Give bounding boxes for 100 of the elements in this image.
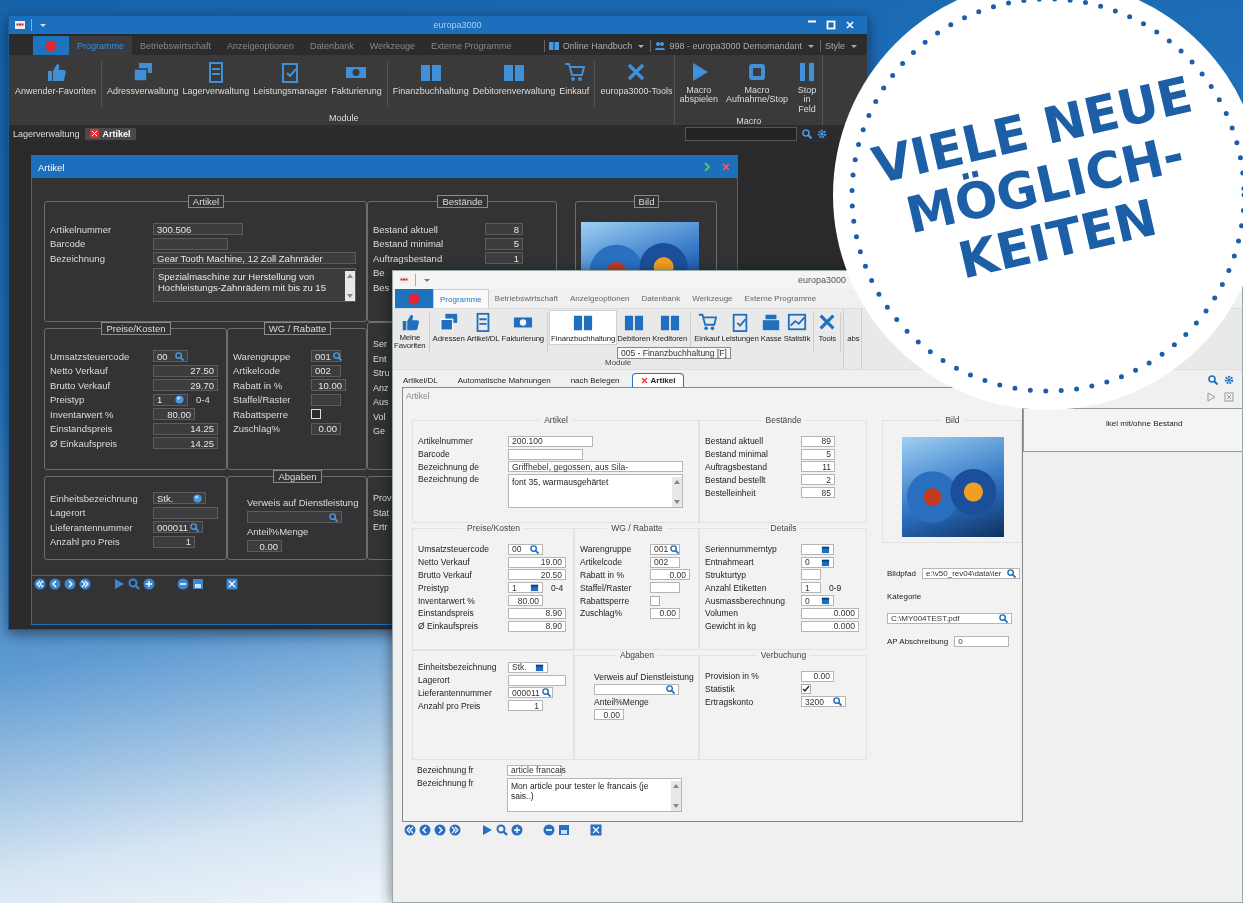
search-icon[interactable] — [128, 578, 140, 590]
input-field[interactable] — [153, 506, 218, 519]
ribbon-button[interactable]: Fakturierung — [329, 59, 384, 98]
input-field[interactable]: 8.90 — [508, 620, 566, 632]
ribbon-button[interactable]: Einkauf — [557, 59, 592, 98]
checkbox[interactable] — [650, 595, 660, 606]
menu-link[interactable]: Online Handbuch — [562, 40, 633, 51]
menu-tab[interactable]: Werkzeuge — [361, 36, 423, 55]
input-field[interactable]: 300.506 — [153, 223, 243, 236]
lookup-field[interactable] — [594, 684, 679, 695]
menu-tab[interactable]: Betriebswirtschaft — [132, 36, 220, 55]
scrollbar[interactable] — [345, 270, 355, 301]
document-tab[interactable]: Artikel — [631, 373, 685, 387]
input-field[interactable]: 0.00 — [650, 569, 690, 581]
ribbon-button[interactable]: Macro Aufnahme/Stop — [721, 59, 792, 107]
menu-tab[interactable]: Externe Programme — [423, 36, 520, 55]
input-field[interactable] — [311, 393, 341, 406]
document-tab[interactable]: nach Belegen — [562, 374, 628, 387]
document-tab[interactable]: Artikel/DL — [395, 374, 446, 387]
lookup-field[interactable]: 000011 — [508, 687, 553, 699]
input-field[interactable]: 0.000 — [801, 607, 859, 619]
menu-link[interactable]: 998 - europa3000 Demomandant — [669, 40, 802, 51]
lookup-field[interactable]: 000011 — [153, 521, 203, 534]
scroll-up-arrow-icon[interactable] — [673, 783, 679, 788]
input-field[interactable]: 8.90 — [508, 607, 566, 619]
close-icon[interactable] — [89, 129, 99, 138]
input-field[interactable]: 1 — [153, 535, 195, 548]
document-tab[interactable]: Automatische Mahnungen — [449, 374, 559, 387]
input-field[interactable]: 20.50 — [508, 569, 566, 581]
ribbon-button[interactable]: Leistungsmanager — [251, 59, 330, 98]
lookup-field[interactable]: 00 — [153, 350, 188, 363]
input-field[interactable]: 89 — [801, 435, 835, 447]
scrollbar[interactable] — [672, 477, 682, 508]
close-icon[interactable] — [590, 824, 602, 836]
ribbon-button[interactable]: europa3000-Tools — [598, 59, 675, 98]
input-field[interactable]: 80.00 — [153, 408, 195, 421]
input-field[interactable]: 1 — [508, 700, 543, 712]
ribbon-button[interactable]: Stop in Feld — [792, 59, 822, 117]
menu-tab[interactable]: Externe Programme — [738, 289, 823, 308]
scroll-down-arrow-icon[interactable] — [674, 500, 680, 505]
input-field[interactable]: 200.100 — [508, 435, 593, 447]
input-field[interactable]: 0.00 — [311, 422, 341, 435]
picker-field[interactable]: Stk. — [508, 661, 548, 673]
menu-tab[interactable]: Werkzeuge — [686, 289, 739, 308]
input-field[interactable]: 0.00 — [801, 670, 834, 682]
double-right-arrow-icon[interactable] — [79, 578, 91, 590]
menu-tab[interactable]: Programme — [433, 289, 489, 308]
input-field[interactable]: 1 — [485, 252, 523, 265]
input-field[interactable] — [508, 448, 583, 460]
checkbox[interactable] — [801, 684, 811, 695]
ribbon-button[interactable]: Adressverwaltung — [105, 59, 181, 98]
input-field[interactable]: 1 — [801, 582, 821, 594]
ribbon-button[interactable]: Macro abspielen — [675, 59, 722, 107]
search-icon[interactable] — [496, 824, 508, 836]
input-field[interactable]: 0.00 — [247, 540, 282, 552]
input-field[interactable]: 85 — [801, 487, 835, 499]
picker-field[interactable] — [801, 543, 834, 555]
play-icon[interactable] — [113, 578, 125, 590]
input-field[interactable]: 0.000 — [801, 620, 859, 632]
input-field[interactable] — [508, 674, 566, 686]
input-field[interactable]: 0.00 — [594, 709, 624, 720]
input-field[interactable]: 0.00 — [650, 607, 680, 619]
input-field[interactable] — [801, 569, 821, 581]
lookup-field[interactable]: 3200 — [801, 696, 846, 708]
scroll-up-arrow-icon[interactable] — [347, 273, 353, 278]
input-field[interactable]: 0 — [954, 636, 1010, 648]
scroll-down-arrow-icon[interactable] — [347, 293, 353, 298]
menu-tab[interactable]: Betriebswirtschaft — [488, 289, 564, 308]
ribbon-button[interactable]: Finanzbuchhaltung — [390, 59, 471, 98]
picker-field[interactable]: 0 — [801, 556, 834, 568]
input-field[interactable]: 2 — [801, 474, 835, 486]
plus-icon[interactable] — [143, 578, 155, 590]
minus-icon[interactable] — [177, 578, 189, 590]
input-field[interactable]: Gear Tooth Machine, 12 Zoll Zahnräder — [153, 252, 356, 265]
lookup-field[interactable]: 001 — [311, 350, 341, 363]
lookup-field[interactable] — [247, 511, 342, 523]
text-area[interactable]: font 35, warmausgehärtet — [508, 474, 683, 509]
search-field[interactable] — [685, 126, 797, 141]
close-icon[interactable] — [226, 578, 238, 590]
double-left-arrow-icon[interactable] — [34, 578, 46, 590]
input-field[interactable]: 11 — [801, 461, 835, 473]
picker-field[interactable]: Stk. — [153, 492, 206, 505]
lookup-field[interactable]: e:\v50_rev04\data\ter — [921, 567, 1020, 579]
scroll-down-arrow-icon[interactable] — [673, 803, 679, 808]
input-field[interactable]: 27.50 — [153, 364, 218, 377]
input-field[interactable]: 5 — [801, 448, 835, 460]
input-field[interactable]: 29.70 — [153, 379, 218, 392]
input-field[interactable]: 80.00 — [508, 595, 543, 607]
menu-tab[interactable]: Anzeigeoptionen — [219, 36, 303, 55]
document-tab[interactable]: Artikel — [84, 127, 136, 140]
save-icon[interactable] — [192, 578, 204, 590]
scrollbar[interactable] — [671, 780, 681, 811]
menu-tab[interactable]: Datenbank — [635, 289, 687, 308]
menu-tab[interactable]: Anzeigeoptionen — [563, 289, 636, 308]
lookup-field[interactable]: 00 — [508, 543, 543, 555]
close-icon[interactable] — [640, 377, 648, 384]
text-area[interactable]: Spezialmaschine zur Herstellung von Hochleistungs-Zahnrädern mit bis zu 15 — [153, 267, 356, 302]
ribbon-button[interactable]: Debitorenverwaltung — [470, 59, 558, 98]
picker-field[interactable]: 0 — [801, 595, 834, 607]
input-field[interactable]: 002 — [311, 364, 341, 377]
